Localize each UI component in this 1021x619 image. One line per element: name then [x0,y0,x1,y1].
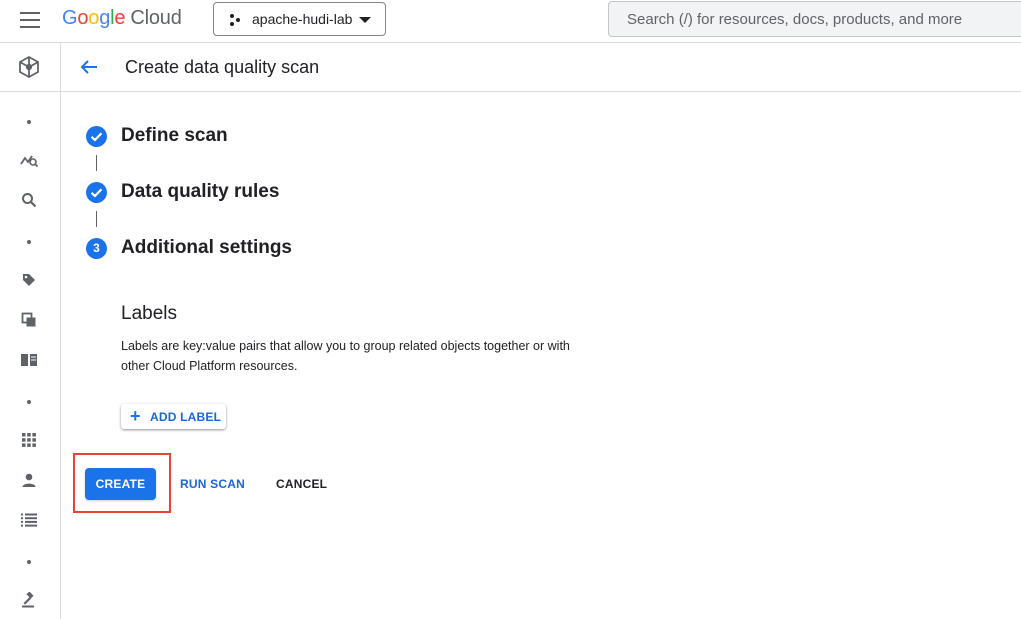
page-title: Create data quality scan [125,57,320,77]
google-cloud-logo[interactable]: Google Cloud [62,7,182,30]
main-menu-icon[interactable] [20,12,40,30]
rail-divider [0,91,60,92]
rail-dot [27,400,31,404]
rail-dot [27,560,31,564]
data-profile-icon[interactable] [14,148,44,172]
gavel-icon[interactable] [14,588,44,612]
search-icon[interactable] [14,188,44,212]
cancel-button[interactable]: CANCEL [276,477,327,491]
back-arrow-icon[interactable] [79,57,99,77]
rail-dot [27,240,31,244]
copy-icon[interactable] [14,308,44,332]
step-number-badge: 3 [86,238,107,259]
step-additional-settings[interactable]: Additional settings [121,237,292,259]
left-nav-rail [0,43,61,619]
rail-dot [27,120,31,124]
step-define-scan[interactable]: Define scan [121,125,228,147]
step-complete-check-icon [86,126,107,147]
tag-icon[interactable] [14,268,44,292]
project-name: apache-hudi-lab [252,11,353,27]
step-connector [96,211,97,227]
labels-description: Labels are key:value pairs that allow yo… [121,339,570,373]
labels-heading: Labels [121,303,177,324]
plus-icon: + [130,406,141,426]
apps-grid-icon[interactable] [14,428,44,452]
step-number: 3 [93,241,100,255]
dataplex-icon[interactable] [14,55,44,79]
page-header: Create data quality scan [61,43,1021,92]
add-label-button[interactable]: + ADD LABEL [121,404,226,429]
search-input[interactable] [625,10,1019,29]
step-connector [96,155,97,171]
step-complete-check-icon [86,182,107,203]
top-bar: Google Cloud apache-hudi-lab [0,0,1021,43]
step-data-quality-rules[interactable]: Data quality rules [121,181,279,203]
create-button[interactable]: CREATE [85,468,156,500]
run-scan-button[interactable]: RUN SCAN [180,477,245,491]
search-bar[interactable] [608,1,1021,37]
list-icon[interactable] [14,508,44,532]
chevron-down-icon [359,17,371,23]
project-icon [230,14,240,26]
add-label-text: ADD LABEL [150,410,222,424]
project-selector[interactable]: apache-hudi-lab [213,2,386,36]
person-icon[interactable] [14,468,44,492]
book-icon[interactable] [14,348,44,372]
